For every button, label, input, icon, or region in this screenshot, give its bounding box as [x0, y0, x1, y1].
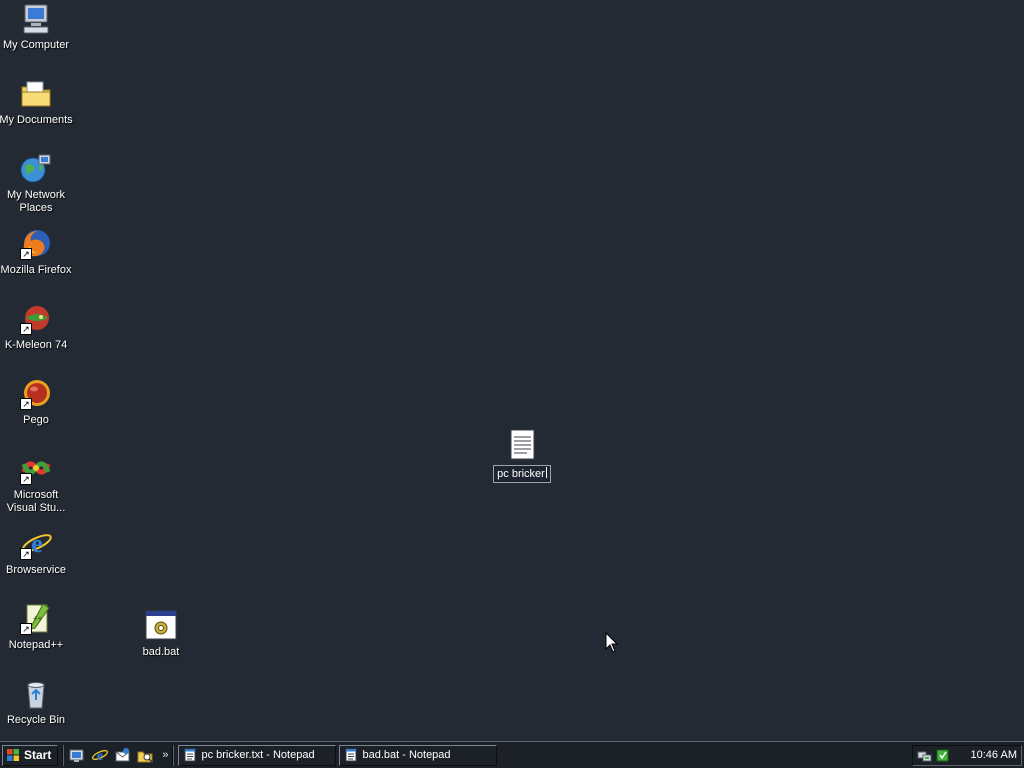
desktop-icon-label: K-Meleon 74	[4, 339, 68, 351]
security-shield-icon[interactable]	[935, 748, 950, 763]
computer-icon	[19, 2, 53, 36]
task-label: bad.bat - Notepad	[362, 749, 451, 761]
taskbar: Start e » pc bricker.txt - Notepad bad.b…	[0, 741, 1024, 768]
desktop-icon-k-meleon[interactable]: ↗ K-Meleon 74	[0, 302, 74, 352]
desktop-icon-pego[interactable]: ↗ Pego	[0, 377, 74, 427]
visual-studio-icon: ↗	[19, 452, 53, 486]
outlook-express-icon[interactable]	[114, 747, 131, 764]
svg-text:e: e	[31, 529, 43, 558]
internet-explorer-icon: e ↗	[19, 527, 53, 561]
search-folder-icon[interactable]	[137, 747, 154, 764]
system-tray: 10:46 AM	[912, 744, 1022, 766]
desktop-icon-label: My Documents	[0, 114, 73, 126]
desktop-icon-label: Mozilla Firefox	[0, 264, 72, 276]
notepad-icon	[344, 748, 358, 762]
mouse-pointer-icon	[605, 631, 619, 654]
task-button-pc-bricker-notepad[interactable]: pc bricker.txt - Notepad	[178, 744, 337, 766]
task-label: pc bricker.txt - Notepad	[201, 749, 315, 761]
network-connection-icon[interactable]	[917, 748, 932, 763]
desktop-icon-bad-bat[interactable]: bad.bat	[123, 609, 199, 659]
desktop-icon-browservice[interactable]: e ↗ Browservice	[0, 527, 74, 577]
shortcut-arrow-icon: ↗	[20, 623, 32, 635]
desktop-icon-label: Pego	[23, 414, 49, 426]
shortcut-arrow-icon: ↗	[20, 398, 32, 410]
desktop-icon-my-network-places[interactable]: My Network Places	[0, 152, 74, 215]
start-button[interactable]: Start	[2, 744, 59, 766]
show-desktop-icon[interactable]	[68, 747, 85, 764]
desktop-icon-recycle-bin[interactable]: Recycle Bin	[0, 677, 74, 727]
firefox-icon: ↗	[19, 227, 53, 261]
batch-file-icon	[144, 609, 178, 643]
k-meleon-icon: ↗	[19, 302, 53, 336]
quick-launch: e »	[68, 747, 168, 764]
windows-flag-icon	[6, 748, 20, 762]
quick-launch-more-button[interactable]: »	[162, 749, 168, 761]
folder-icon	[19, 77, 53, 111]
desktop-icon-label: Microsoft Visual Stu...	[6, 489, 66, 514]
desktop-icon-label: My Network Places	[6, 189, 66, 214]
recycle-bin-icon	[19, 677, 53, 711]
notepad-icon	[183, 748, 197, 762]
clock[interactable]: 10:46 AM	[971, 749, 1017, 761]
internet-explorer-icon[interactable]: e	[91, 747, 109, 764]
taskbar-separator	[172, 744, 175, 766]
desktop-icon-label: My Computer	[2, 39, 70, 51]
notepad-plus-plus-icon: ++ ↗	[19, 602, 53, 636]
desktop-icon-label: Notepad++	[8, 639, 64, 651]
desktop[interactable]: My Computer My Documents My Network Plac…	[0, 0, 1024, 741]
task-button-bad-bat-notepad[interactable]: bad.bat - Notepad	[339, 744, 498, 766]
start-label: Start	[24, 748, 52, 762]
svg-text:e: e	[97, 749, 103, 764]
desktop-icon-mozilla-firefox[interactable]: ↗ Mozilla Firefox	[0, 227, 74, 277]
text-file-icon	[505, 428, 539, 462]
desktop-icon-label: bad.bat	[142, 646, 180, 658]
desktop-icon-pc-bricker[interactable]: pc bricker	[484, 428, 560, 483]
desktop-icon-label: Recycle Bin	[6, 714, 66, 726]
desktop-icon-visual-studio[interactable]: ↗ Microsoft Visual Stu...	[0, 452, 74, 515]
desktop-icon-label: Browservice	[6, 564, 66, 576]
shortcut-arrow-icon: ↗	[20, 473, 32, 485]
rename-filename-input[interactable]: pc bricker	[493, 465, 551, 483]
shortcut-arrow-icon: ↗	[20, 548, 32, 560]
shortcut-arrow-icon: ↗	[20, 248, 32, 260]
desktop-icon-my-documents[interactable]: My Documents	[0, 77, 74, 127]
taskbar-separator	[62, 744, 65, 766]
pego-icon: ↗	[19, 377, 53, 411]
network-globe-icon	[19, 152, 53, 186]
desktop-icon-my-computer[interactable]: My Computer	[0, 2, 74, 52]
desktop-icon-notepad-plus-plus[interactable]: ++ ↗ Notepad++	[0, 602, 74, 652]
shortcut-arrow-icon: ↗	[20, 323, 32, 335]
svg-text:++: ++	[33, 614, 43, 623]
